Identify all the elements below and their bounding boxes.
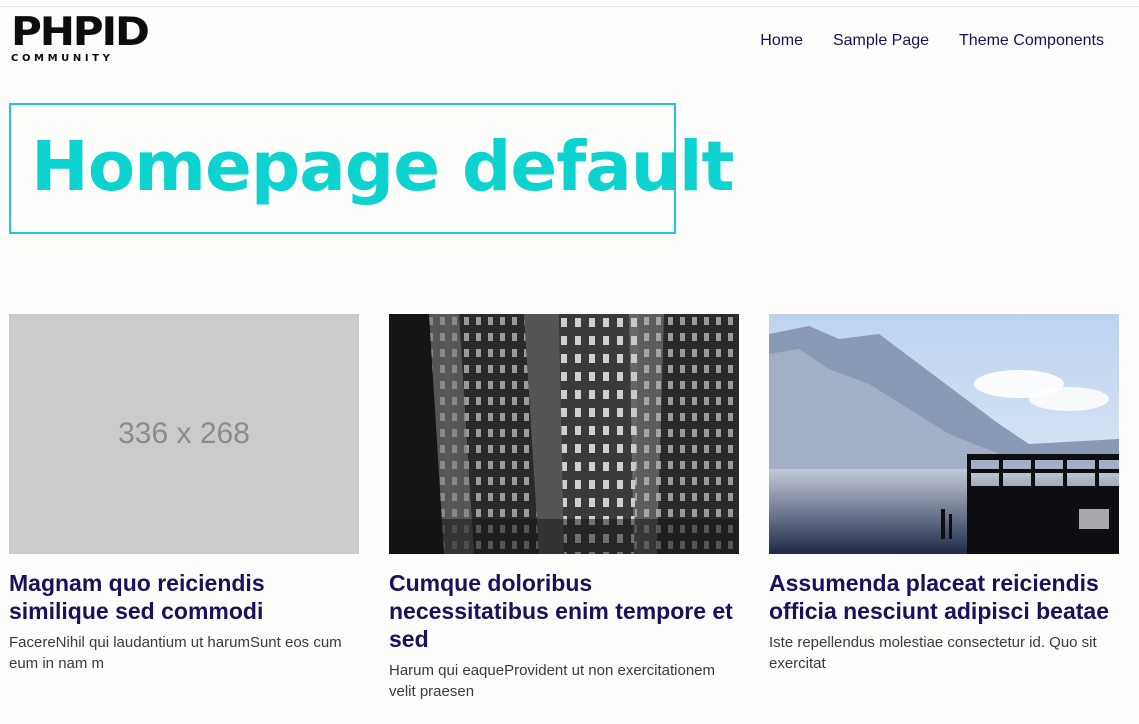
page-title: Homepage default — [31, 127, 735, 207]
building-photo — [389, 314, 739, 554]
post-excerpt: Harum qui eaqueProvident ut non exercita… — [389, 662, 716, 700]
post-card: Assumenda placeat reiciendis officia nes… — [769, 314, 1119, 674]
post-title-link[interactable]: Assumenda placeat reiciendis officia nes… — [769, 569, 1119, 625]
post-excerpt: Iste repellendus molestiae consectetur i… — [769, 634, 1097, 672]
nav-home[interactable]: Home — [760, 31, 803, 51]
logo-wordmark: PHPID — [11, 10, 150, 55]
page-title-box: Homepage default — [9, 103, 735, 234]
site-logo[interactable]: PHPID COMMUNITY — [11, 13, 157, 66]
main-nav: Home Sample Page Theme Components — [730, 31, 1104, 51]
post-card: 336 x 268 Magnam quo reiciendis similiqu… — [9, 314, 359, 674]
nav-theme-components[interactable]: Theme Components — [959, 31, 1104, 51]
post-thumbnail-building[interactable] — [389, 314, 739, 554]
post-excerpt: FacereNihil qui laudantium ut harumSunt … — [9, 634, 342, 672]
nav-sample-page[interactable]: Sample Page — [833, 31, 929, 51]
post-card: Cumque doloribus necessitatibus enim tem… — [389, 314, 739, 702]
post-title-link[interactable]: Cumque doloribus necessitatibus enim tem… — [389, 569, 739, 653]
placeholder-size-label: 336 x 268 — [118, 417, 250, 450]
lake-pier-photo — [769, 314, 1119, 554]
post-thumbnail-lake[interactable] — [769, 314, 1119, 554]
post-thumbnail-placeholder[interactable]: 336 x 268 — [9, 314, 359, 554]
top-divider — [0, 6, 1139, 7]
post-title-link[interactable]: Magnam quo reiciendis similique sed comm… — [9, 569, 359, 625]
